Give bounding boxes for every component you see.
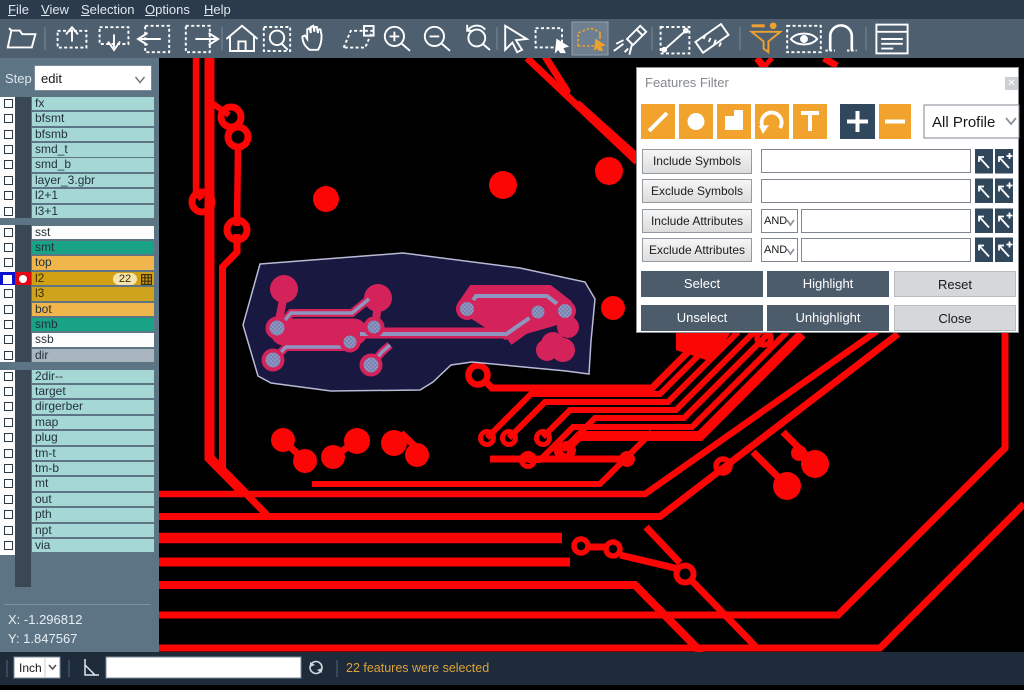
svg-text:Inch: Inch: [19, 661, 42, 675]
svg-text:22 features were selected: 22 features were selected: [346, 661, 489, 675]
svg-text:All Profile: All Profile: [932, 114, 995, 131]
